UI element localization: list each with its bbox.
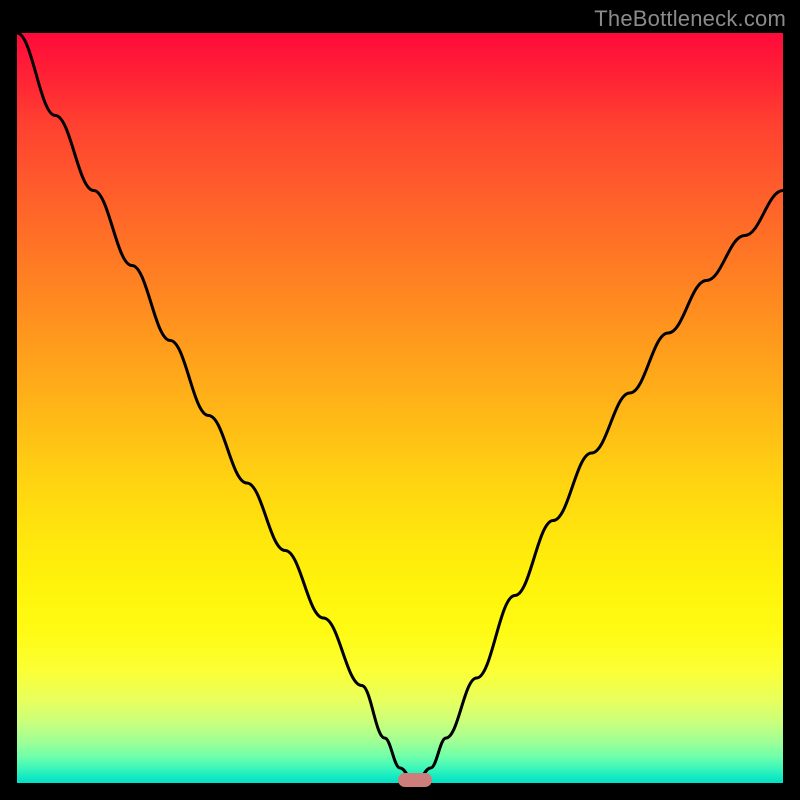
chart-frame: TheBottleneck.com: [0, 0, 800, 800]
min-marker: [398, 773, 432, 787]
bottleneck-curve: [0, 0, 800, 800]
